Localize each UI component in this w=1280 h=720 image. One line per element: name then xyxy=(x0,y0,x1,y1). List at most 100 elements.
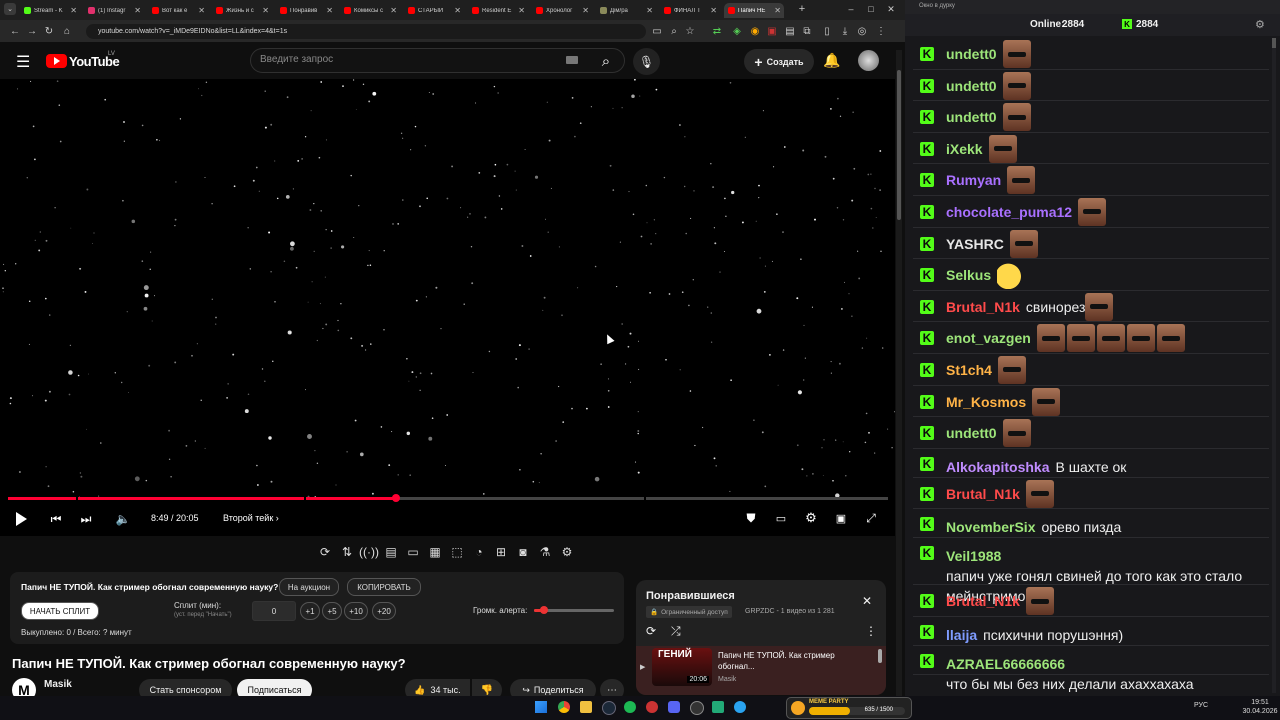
playlist-menu-icon[interactable]: ⋮ xyxy=(865,624,877,638)
mini-player-icon[interactable]: ▦ xyxy=(426,543,444,561)
obs-icon[interactable] xyxy=(690,701,704,715)
flask-icon[interactable]: ⚗ xyxy=(536,543,554,561)
extension-icon[interactable]: ◈ xyxy=(730,24,744,38)
close-tab-icon[interactable]: ✕ xyxy=(326,6,333,15)
chat-username[interactable]: Rumyan xyxy=(946,170,1001,190)
extension-icon[interactable]: ▤ xyxy=(783,24,797,38)
menu-dots-icon[interactable]: ⋮ xyxy=(874,24,888,38)
chat-username[interactable]: llaija xyxy=(946,625,977,645)
theater-mode-icon[interactable]: ▣ xyxy=(832,509,850,527)
discord-icon[interactable] xyxy=(668,701,680,713)
voice-search-icon[interactable]: 🎙 xyxy=(633,48,660,75)
alert-volume-knob[interactable] xyxy=(539,606,548,614)
increment-10-button[interactable]: +10 xyxy=(344,602,368,620)
keyboard-icon[interactable] xyxy=(566,56,578,64)
chat-username[interactable]: Mr_Kosmos xyxy=(946,392,1026,412)
increment-5-button[interactable]: +5 xyxy=(322,602,342,620)
browser-tab[interactable]: Вот как е ✕ xyxy=(148,3,208,18)
play-button[interactable] xyxy=(12,510,30,528)
chat-username[interactable]: undett0 xyxy=(946,107,997,127)
add-icon[interactable]: ⊞ xyxy=(492,543,510,561)
chat-username[interactable]: AZRAEL66666666 xyxy=(946,654,1065,674)
adblock-shield-icon[interactable]: ⛊ xyxy=(742,509,760,527)
reload-icon[interactable]: ↻ xyxy=(42,24,56,38)
chat-username[interactable]: undett0 xyxy=(946,423,997,443)
chat-username[interactable]: NovemberSix xyxy=(946,517,1035,537)
start-split-button[interactable]: НАЧАТЬ СПЛИТ xyxy=(21,602,99,620)
tab-search-icon[interactable]: ⌄ xyxy=(4,3,16,15)
chat-username[interactable]: YASHRC xyxy=(946,234,1004,254)
close-tab-icon[interactable]: ✕ xyxy=(710,6,717,15)
close-tab-icon[interactable]: ✕ xyxy=(262,6,269,15)
loop-icon[interactable]: ⟳ xyxy=(316,543,334,561)
scrollbar-thumb[interactable] xyxy=(897,70,901,220)
chrome-icon[interactable] xyxy=(558,701,570,713)
progress-track[interactable] xyxy=(8,494,888,502)
chat-username[interactable]: Veil1988 xyxy=(946,546,1001,566)
chat-username[interactable]: St1ch4 xyxy=(946,360,992,380)
settings-gear-icon[interactable]: ⚙ xyxy=(802,509,820,527)
url-field[interactable]: youtube.com/watch?v=_iMDe9EIDNo&list=LL&… xyxy=(86,24,646,39)
hamburger-menu-icon[interactable]: ☰ xyxy=(16,52,30,72)
playlist-scrollbar[interactable] xyxy=(878,649,882,663)
previous-button[interactable]: ⏮ xyxy=(48,510,64,528)
extension-gear-icon[interactable]: ⚙ xyxy=(558,543,576,561)
copy-button[interactable]: КОПИРОВАТЬ xyxy=(347,578,421,596)
browser-tab[interactable]: Resident E ✕ xyxy=(468,3,528,18)
close-tab-icon[interactable]: ✕ xyxy=(198,6,205,15)
clock[interactable]: 19:51 30.04.2026 xyxy=(1240,698,1280,716)
shuffle-icon[interactable]: ⤮ xyxy=(671,624,681,639)
extension-icon[interactable]: ⇄ xyxy=(710,24,724,38)
chat-username[interactable]: undett0 xyxy=(946,76,997,96)
browser-tab[interactable]: Жизнь и с ✕ xyxy=(212,3,272,18)
extension-icon[interactable]: ◉ xyxy=(748,24,762,38)
page-scrollbar[interactable] xyxy=(896,50,902,696)
sidebar-icon[interactable]: ▯ xyxy=(820,24,834,38)
screen-icon[interactable]: ▭ xyxy=(404,543,422,561)
chat-username[interactable]: iXekk xyxy=(946,139,983,159)
chat-username[interactable]: chocolate_puma12 xyxy=(946,202,1072,222)
browser-tab[interactable]: ФИНАЛ Т ✕ xyxy=(660,3,720,18)
browser-tab[interactable]: (1) Instagr ✕ xyxy=(84,3,144,18)
broadcast-icon[interactable]: ((·)) xyxy=(359,543,379,561)
browser-tab[interactable]: СТАРЫЙ ✕ xyxy=(404,3,464,18)
close-tab-icon[interactable]: ✕ xyxy=(582,6,589,15)
sort-icon[interactable]: ⇅ xyxy=(338,543,356,561)
avatar[interactable] xyxy=(858,50,879,71)
spotify-icon[interactable] xyxy=(624,701,636,713)
chat-username[interactable]: Alkokapitoshka xyxy=(946,457,1049,477)
subtitles-icon[interactable]: ▭ xyxy=(772,509,790,527)
close-tab-icon[interactable]: ✕ xyxy=(134,6,141,15)
close-tab-icon[interactable]: ✕ xyxy=(774,6,781,15)
app-icon[interactable] xyxy=(646,701,658,713)
browser-tab[interactable]: Хронолог ✕ xyxy=(532,3,592,18)
app-icon[interactable] xyxy=(712,701,724,713)
chat-username[interactable]: Brutal_N1k xyxy=(946,484,1020,504)
browser-tab[interactable]: Папич НЕ ✕ xyxy=(724,3,784,18)
search-icon[interactable]: ⌕ xyxy=(590,49,622,73)
close-tab-icon[interactable]: ✕ xyxy=(454,6,461,15)
chat-username[interactable]: Selkus xyxy=(946,265,991,285)
chat-settings-gear-icon[interactable]: ⚙ xyxy=(1255,18,1265,31)
close-tab-icon[interactable]: ✕ xyxy=(646,6,653,15)
input-language[interactable]: РУС xyxy=(1194,702,1208,709)
close-tab-icon[interactable]: ✕ xyxy=(70,6,77,15)
frame-icon[interactable]: ⬚ xyxy=(448,543,466,561)
browser-tab[interactable]: Комиксы с ✕ xyxy=(340,3,400,18)
chat-username[interactable]: undett0 xyxy=(946,44,997,64)
increment-1-button[interactable]: +1 xyxy=(300,602,320,620)
camera-icon[interactable]: ▤ xyxy=(382,543,400,561)
screenshot-icon[interactable]: ◙ xyxy=(514,543,532,561)
chat-scrollbar[interactable] xyxy=(1272,38,1276,693)
back-icon[interactable]: ← xyxy=(8,24,22,38)
browser-tab[interactable]: Дiм/ра ✕ xyxy=(596,3,656,18)
explorer-icon[interactable] xyxy=(580,701,592,713)
fullscreen-icon[interactable]: ⤢ xyxy=(862,509,880,527)
home-icon[interactable]: ⌂ xyxy=(60,24,74,38)
close-tab-icon[interactable]: ✕ xyxy=(390,6,397,15)
alert-volume-slider[interactable] xyxy=(534,606,614,614)
bookmark-star-icon[interactable]: ☆ xyxy=(683,24,697,38)
download-icon[interactable]: ⤓ xyxy=(838,24,852,38)
split-minutes-input[interactable]: 0 xyxy=(252,601,296,621)
windows-start-icon[interactable] xyxy=(535,701,547,713)
